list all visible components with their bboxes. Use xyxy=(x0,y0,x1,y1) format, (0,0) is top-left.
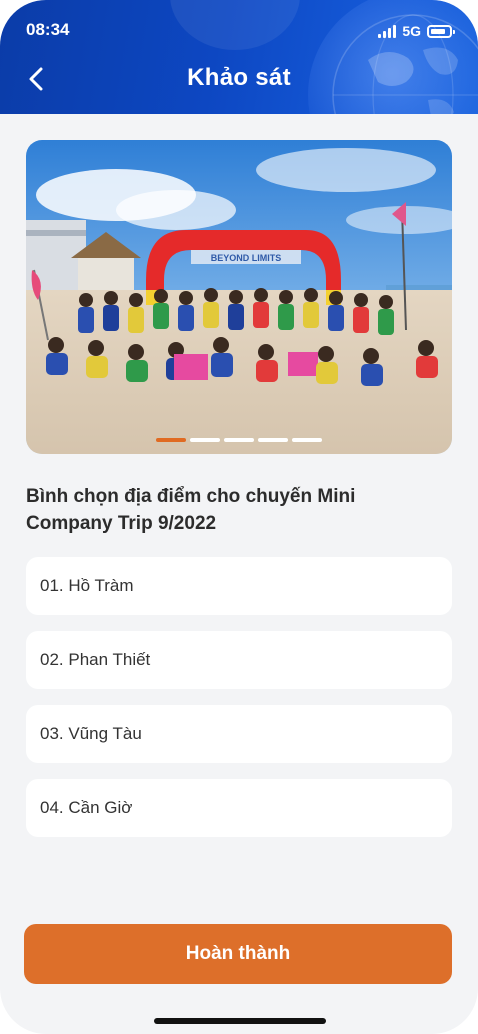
option-label: 03. Vũng Tàu xyxy=(40,724,142,743)
carousel-dot-1[interactable] xyxy=(156,438,186,442)
option-label: 04. Cần Giờ xyxy=(40,798,133,817)
status-time: 08:34 xyxy=(26,20,70,39)
phone-screen: 08:34 5G Khảo sát BEYOND LIMITS Bình chọ… xyxy=(0,0,478,1034)
app-header: 08:34 5G Khảo sát xyxy=(0,0,478,114)
signal-icon xyxy=(378,24,397,38)
carousel-indicator[interactable] xyxy=(26,438,452,442)
page-title: Khảo sát xyxy=(187,64,291,91)
carousel-dot-2[interactable] xyxy=(190,438,220,442)
group-photo-image: BEYOND LIMITS xyxy=(26,140,452,454)
network-type: 5G xyxy=(402,23,421,39)
survey-option-4[interactable]: 04. Cần Giờ xyxy=(26,779,452,837)
option-label: 01. Hồ Tràm xyxy=(40,576,134,595)
survey-question: Bình chọn địa điểm cho chuyến Mini Compa… xyxy=(26,486,356,534)
survey-option-2[interactable]: 02. Phan Thiết xyxy=(26,631,452,689)
carousel-dot-4[interactable] xyxy=(258,438,288,442)
home-indicator[interactable] xyxy=(154,1018,326,1024)
option-label: 02. Phan Thiết xyxy=(40,650,151,669)
status-indicators: 5G xyxy=(378,22,455,40)
svg-text:BEYOND LIMITS: BEYOND LIMITS xyxy=(211,253,282,263)
submit-button[interactable]: Hoàn thành xyxy=(24,924,452,984)
status-bar: 08:34 5G xyxy=(0,18,478,44)
carousel-dot-5[interactable] xyxy=(292,438,322,442)
survey-option-1[interactable]: 01. Hồ Tràm xyxy=(26,557,452,615)
banner-carousel[interactable]: BEYOND LIMITS xyxy=(26,140,452,454)
survey-option-3[interactable]: 03. Vũng Tàu xyxy=(26,705,452,763)
battery-icon xyxy=(427,24,455,38)
carousel-dot-3[interactable] xyxy=(224,438,254,442)
